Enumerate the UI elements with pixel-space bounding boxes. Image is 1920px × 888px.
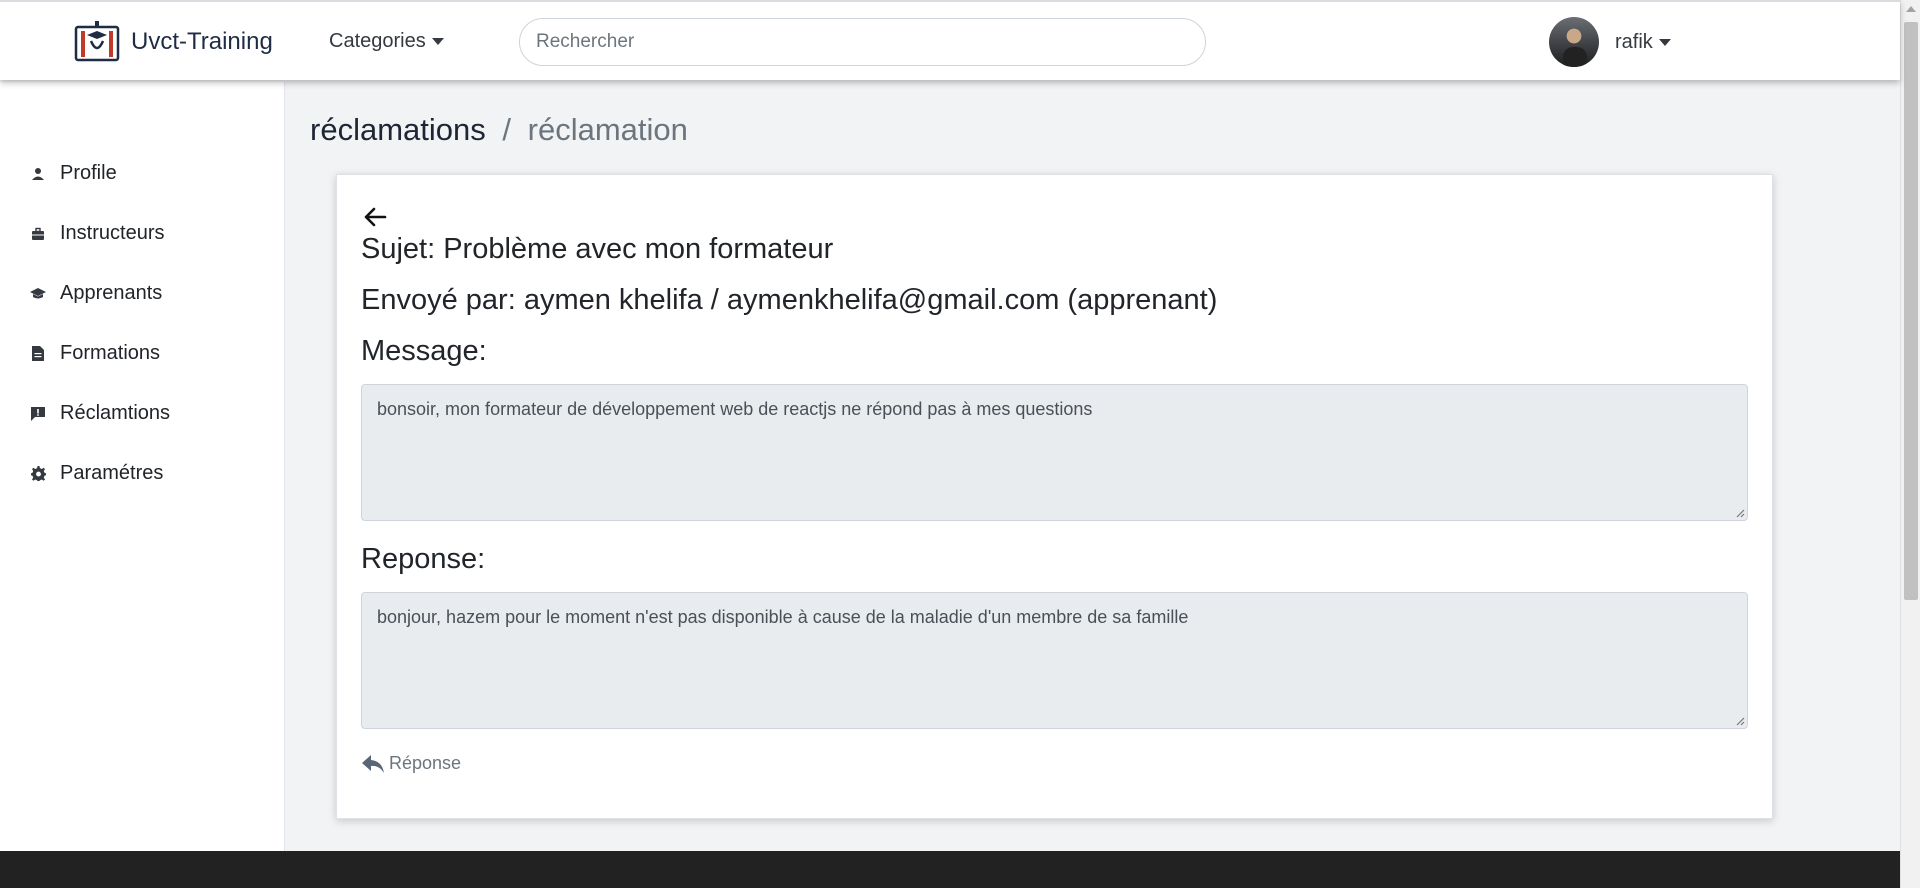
document-icon bbox=[30, 346, 46, 362]
graduation-cap-icon bbox=[30, 286, 46, 302]
caret-down-icon bbox=[1658, 38, 1671, 46]
sender-line: Envoyé par: aymen khelifa / aymenkhelifa… bbox=[361, 284, 1218, 316]
reply-label: Réponse bbox=[389, 753, 462, 773]
categories-dropdown[interactable]: Categories bbox=[329, 30, 444, 53]
scrollbar-thumb[interactable] bbox=[1904, 22, 1918, 600]
gear-icon bbox=[30, 466, 46, 482]
sidebar-item-label: Profile bbox=[60, 162, 117, 184]
caret-down-icon bbox=[431, 38, 444, 45]
resize-grip-icon[interactable] bbox=[1735, 716, 1745, 726]
sidebar-item-profile[interactable]: Profile bbox=[30, 162, 117, 185]
message-text: bonsoir, mon formateur de développement … bbox=[377, 399, 1093, 419]
sidebar-item-apprenants[interactable]: Apprenants bbox=[30, 282, 162, 305]
breadcrumb: réclamations / réclamation bbox=[310, 112, 688, 148]
sidebar: Profile Instructeurs Apprenants Formatio… bbox=[0, 82, 285, 852]
response-text: bonjour, hazem pour le moment n'est pas … bbox=[377, 607, 1189, 627]
sidebar-item-formations[interactable]: Formations bbox=[30, 342, 160, 365]
back-arrow-icon[interactable] bbox=[361, 203, 389, 231]
categories-label: Categories bbox=[329, 30, 426, 52]
breadcrumb-separator: / bbox=[502, 112, 511, 147]
sidebar-item-label: Paramétres bbox=[60, 462, 164, 484]
brand-logo-icon bbox=[74, 21, 120, 62]
footer bbox=[0, 851, 1900, 888]
reply-icon bbox=[362, 754, 384, 773]
breadcrumb-parent[interactable]: réclamations bbox=[310, 112, 486, 147]
comment-alert-icon bbox=[30, 406, 46, 422]
sidebar-item-reclamations[interactable]: Réclamtions bbox=[30, 402, 170, 425]
response-label: Reponse: bbox=[361, 543, 486, 575]
reply-button[interactable]: Réponse bbox=[361, 753, 461, 774]
sidebar-item-label: Apprenants bbox=[60, 282, 163, 304]
user-menu-dropdown[interactable]: rafik bbox=[1549, 17, 1671, 67]
response-textarea[interactable]: bonjour, hazem pour le moment n'est pas … bbox=[361, 592, 1748, 729]
sidebar-item-instructeurs[interactable]: Instructeurs bbox=[30, 222, 164, 245]
brand-name: Uvct-Training bbox=[131, 28, 273, 55]
username: rafik bbox=[1615, 30, 1653, 53]
avatar bbox=[1549, 17, 1599, 67]
resize-grip-icon[interactable] bbox=[1735, 508, 1745, 518]
sidebar-item-label: Formations bbox=[60, 342, 161, 364]
breadcrumb-current: réclamation bbox=[527, 112, 688, 147]
reclamation-card: Sujet: Problème avec mon formateur Envoy… bbox=[336, 174, 1773, 819]
page-scrollbar[interactable] bbox=[1900, 0, 1920, 888]
sidebar-item-parametres[interactable]: Paramétres bbox=[30, 462, 163, 485]
top-navbar: Uvct-Training Categories rafik bbox=[0, 0, 1900, 80]
message-textarea[interactable]: bonsoir, mon formateur de développement … bbox=[361, 384, 1748, 521]
message-label: Message: bbox=[361, 335, 487, 367]
sidebar-item-label: Réclamtions bbox=[60, 402, 171, 424]
briefcase-icon bbox=[30, 226, 46, 242]
user-icon bbox=[30, 166, 46, 182]
brand[interactable]: Uvct-Training bbox=[73, 21, 273, 63]
search-input[interactable] bbox=[519, 18, 1206, 66]
sidebar-item-label: Instructeurs bbox=[60, 222, 165, 244]
scroll-up-icon[interactable] bbox=[1906, 6, 1916, 12]
subject-line: Sujet: Problème avec mon formateur bbox=[361, 233, 834, 265]
